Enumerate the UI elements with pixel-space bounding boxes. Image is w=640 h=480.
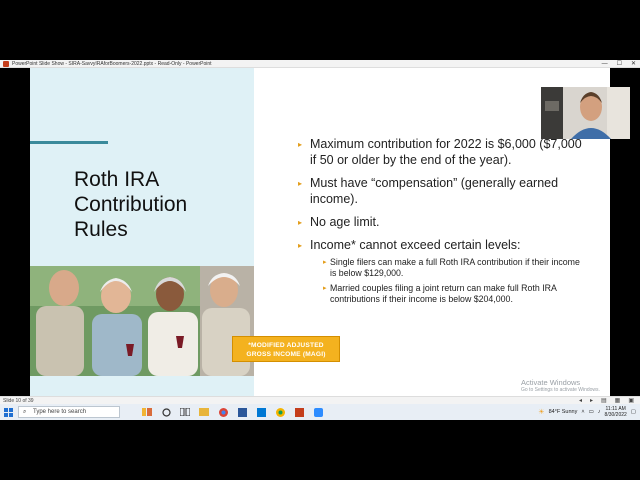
bullet-text: Income* cannot exceed certain levels: (310, 238, 521, 252)
task-view-icon[interactable] (178, 405, 192, 419)
magi-note-line: *MODIFIED ADJUSTED (248, 342, 324, 349)
bullet-text: Must have “compensation” (generally earn… (310, 176, 559, 206)
bullet-arrow-icon: ▸ (298, 218, 303, 227)
bullet-item: ▸ No age limit. (298, 214, 588, 230)
magi-footnote-box: *MODIFIED ADJUSTED GROSS INCOME (MAGI) (232, 336, 340, 362)
seniors-photo (30, 266, 254, 376)
bullet-item: ▸ Income* cannot exceed certain levels: … (298, 237, 588, 305)
search-placeholder: Type here to search (33, 409, 87, 415)
cortana-icon[interactable] (159, 405, 173, 419)
zoom-icon[interactable] (311, 405, 325, 419)
windows-logo-icon (3, 407, 13, 417)
letterbox-left (0, 68, 30, 396)
volume-icon[interactable]: ♪ (598, 409, 601, 415)
sub-bullet-text: Married couples filing a joint return ca… (330, 283, 557, 304)
activate-windows-watermark: Activate Windows Go to Settings to activ… (521, 378, 600, 394)
sub-bullet-text: Single filers can make a full Roth IRA c… (330, 257, 580, 278)
bullet-item: ▸ Must have “compensation” (generally ea… (298, 175, 588, 207)
word-icon[interactable] (235, 405, 249, 419)
slide-title-line: Rules (74, 218, 128, 241)
powerpoint-icon (3, 61, 9, 67)
chrome-icon[interactable] (216, 405, 230, 419)
bullet-text: No age limit. (310, 215, 380, 229)
slide-title-line: Roth IRA (74, 168, 160, 191)
slide[interactable]: Roth IRA Contribution Rules *MODIFIED AD… (0, 68, 640, 396)
widgets-icon[interactable] (140, 405, 154, 419)
outlook-icon[interactable] (254, 405, 268, 419)
screen-frame: PowerPoint Slide Show - SIRA-SavvyIRAfor… (0, 60, 640, 420)
start-button[interactable] (0, 404, 16, 420)
close-button[interactable]: ✕ (631, 60, 636, 68)
bullet-arrow-icon: ▸ (298, 241, 303, 250)
activate-windows-title: Activate Windows (521, 378, 581, 387)
sub-bullet-arrow-icon: ▸ (323, 259, 327, 266)
taskbar: ⌕ Type here to search ☀ 84°F Sunny ˄ ▭ ♪… (0, 404, 640, 420)
powerpoint-taskbar-icon[interactable] (292, 405, 306, 419)
weather-icon[interactable]: ☀ (538, 408, 544, 416)
weather-text[interactable]: 84°F Sunny (549, 409, 578, 415)
bullet-arrow-icon: ▸ (298, 140, 303, 149)
window-controls: — ☐ ✕ (602, 60, 636, 68)
network-icon[interactable]: ▭ (589, 409, 594, 415)
bullet-text: Maximum contribution for 2022 is $6,000 … (310, 137, 582, 167)
sub-bullet-item: ▸ Married couples filing a joint return … (310, 283, 588, 305)
sub-bullet-item: ▸ Single filers can make a full Roth IRA… (310, 257, 588, 279)
notifications-icon[interactable]: ▢ (631, 409, 636, 415)
accent-line (30, 141, 108, 144)
magi-note-line: GROSS INCOME (MAGI) (246, 351, 326, 358)
clock[interactable]: 11:11 AM 8/30/2022 (605, 406, 627, 418)
system-tray: ☀ 84°F Sunny ˄ ▭ ♪ 11:11 AM 8/30/2022 ▢ (538, 404, 636, 420)
slide-title: Roth IRA Contribution Rules (74, 167, 244, 242)
slide-title-line: Contribution (74, 193, 188, 216)
webcam-overlay (541, 87, 630, 139)
title-bar: PowerPoint Slide Show - SIRA-SavvyIRAfor… (0, 60, 640, 68)
bullet-item: ▸ Maximum contribution for 2022 is $6,00… (298, 136, 588, 168)
file-explorer-icon[interactable] (197, 405, 211, 419)
chrome-alt-icon[interactable] (273, 405, 287, 419)
taskbar-search-input[interactable]: ⌕ Type here to search (18, 406, 120, 418)
tray-chevron-icon[interactable]: ˄ (581, 409, 584, 415)
search-icon: ⌕ (23, 409, 27, 415)
window-title: PowerPoint Slide Show - SIRA-SavvyIRAfor… (12, 61, 212, 67)
bullet-arrow-icon: ▸ (298, 179, 303, 188)
status-bar: Slide 10 of 39 ◂ ▸ ▤ ▦ ▣ (0, 396, 640, 404)
minimize-button[interactable]: — (602, 60, 608, 68)
maximize-button[interactable]: ☐ (617, 60, 622, 68)
activate-windows-hint: Go to Settings to activate Windows. (521, 387, 600, 393)
bullet-list: ▸ Maximum contribution for 2022 is $6,00… (298, 136, 588, 312)
clock-date: 8/30/2022 (604, 412, 627, 418)
sub-bullet-arrow-icon: ▸ (323, 285, 327, 292)
